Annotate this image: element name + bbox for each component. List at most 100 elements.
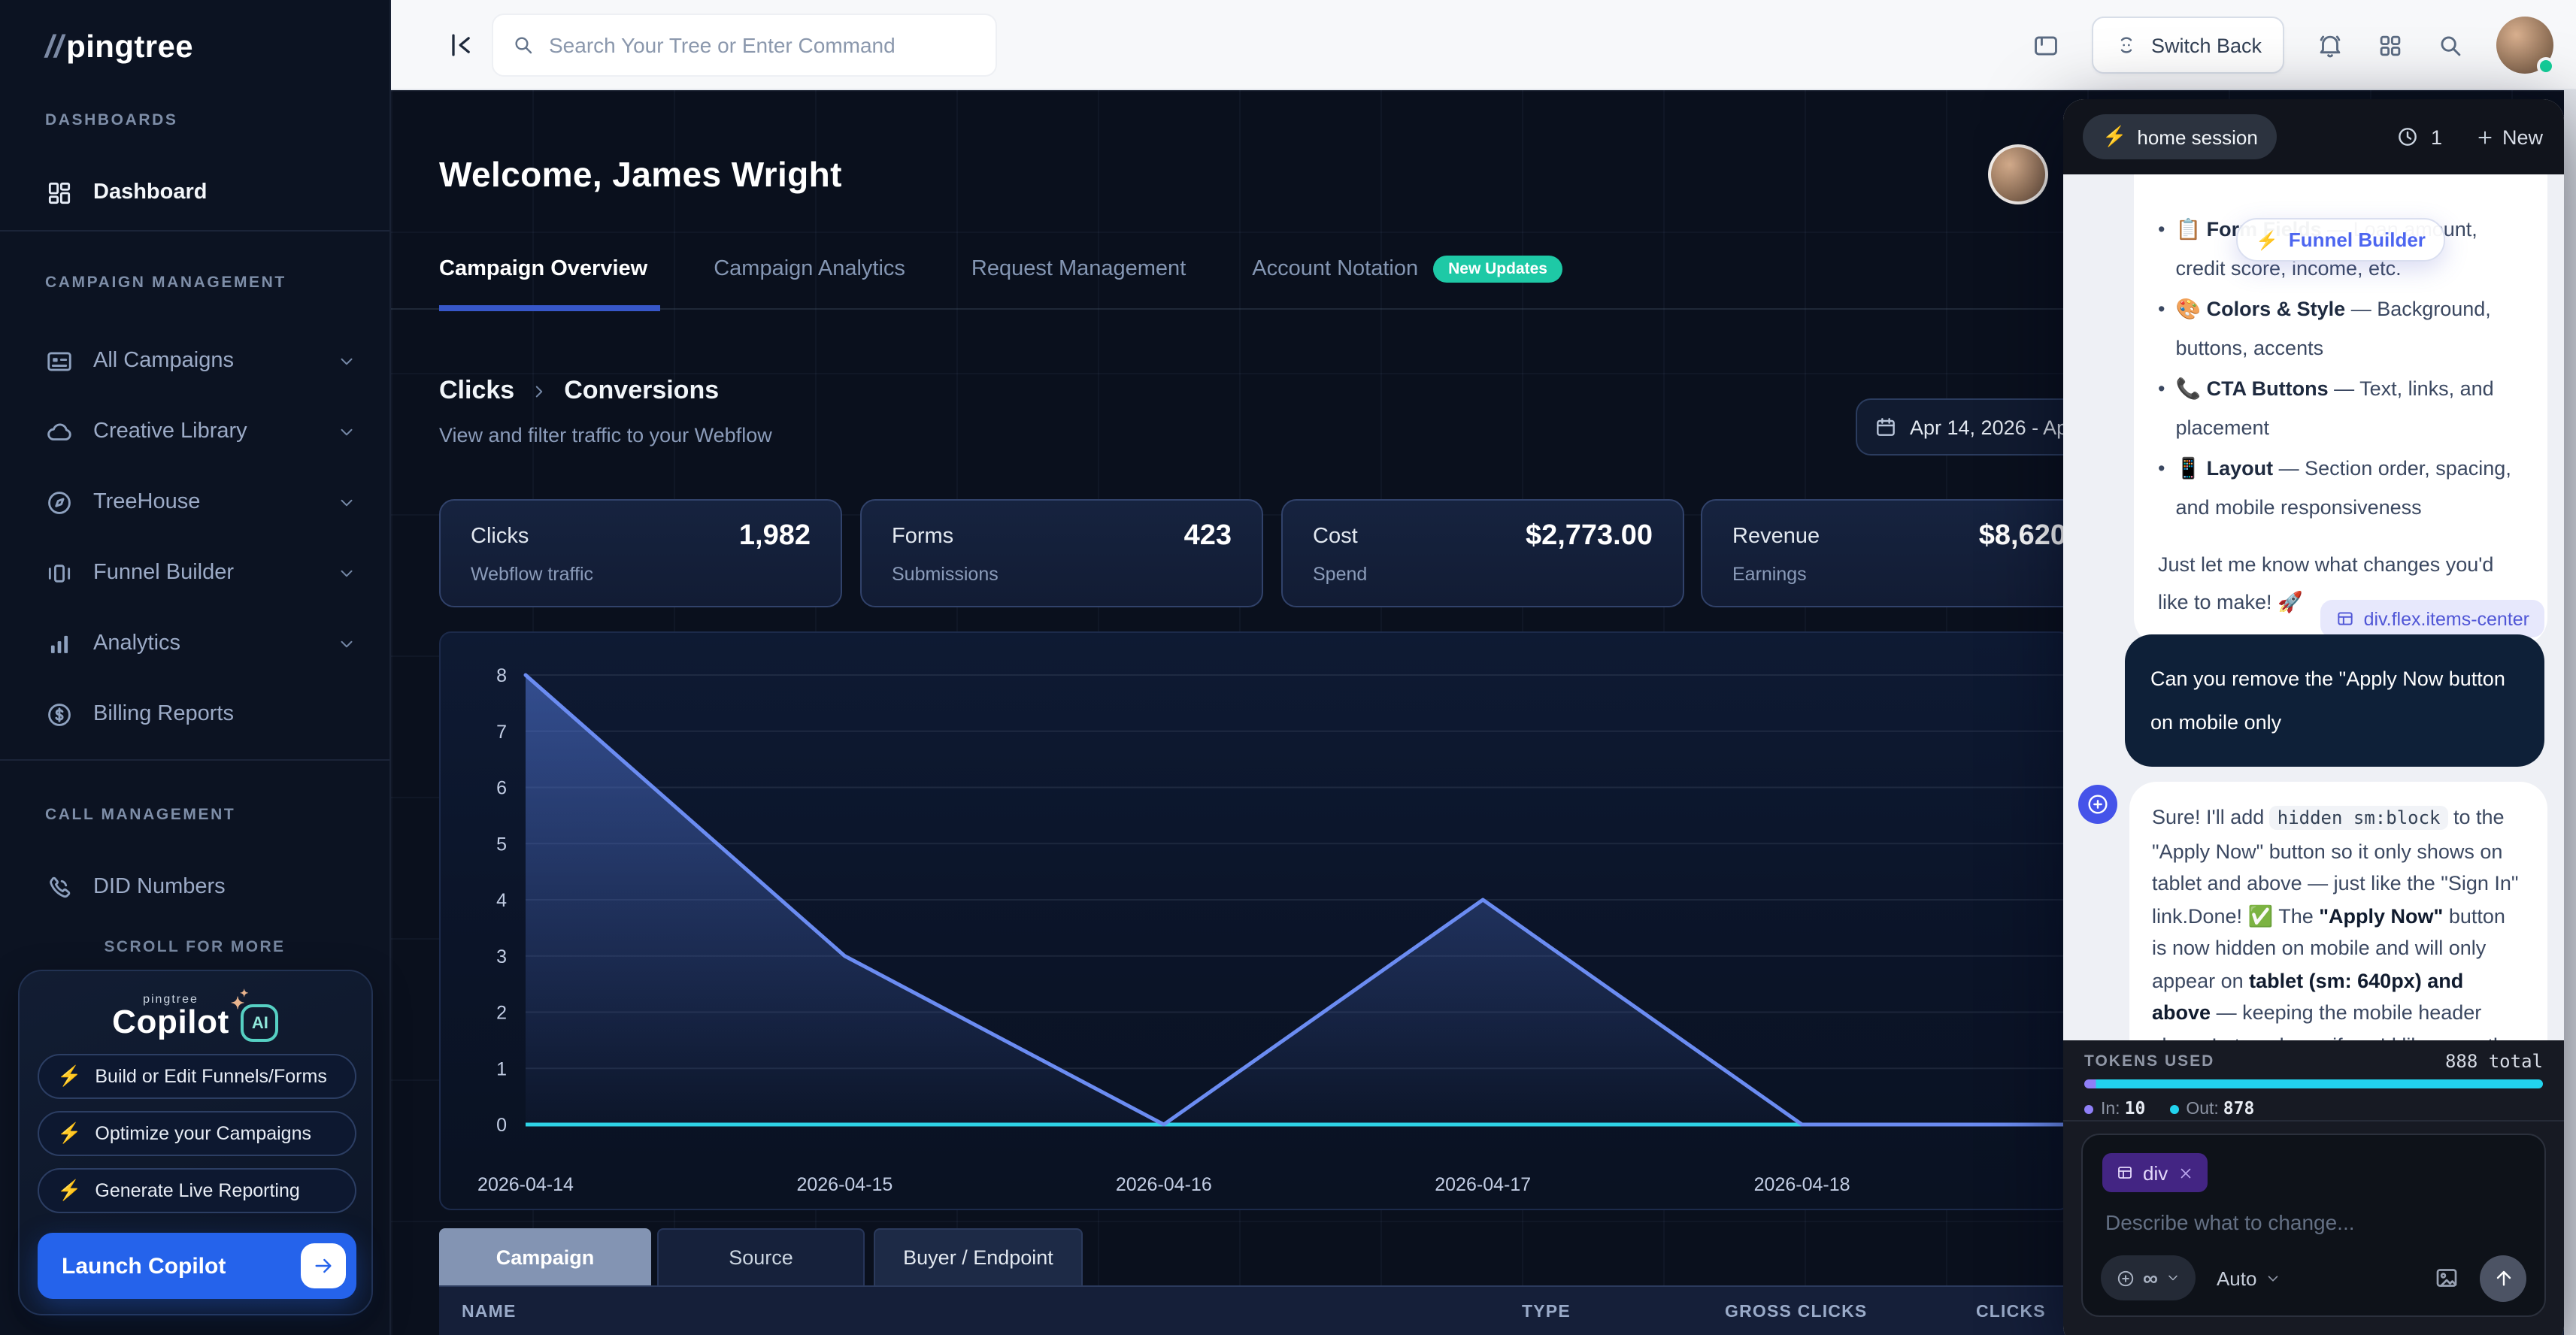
topbar: Switch Back xyxy=(391,0,2576,90)
copilot-chat-panel: ⚡ home session 1 New •📋 Form Fields — Lo… xyxy=(2063,99,2564,1335)
lightning-icon: ⚡ xyxy=(57,1122,81,1146)
copilot-ai-badge: AI ✦ ✦ xyxy=(241,1004,279,1042)
history-count: 1 xyxy=(2431,126,2442,148)
copilot-action-build-funnels[interactable]: ⚡ Build or Edit Funnels/Forms xyxy=(38,1054,356,1099)
search-input[interactable] xyxy=(549,33,977,57)
sidebar-item-billing-reports[interactable]: Billing Reports xyxy=(27,684,371,744)
context-limit-selector[interactable]: ∞ xyxy=(2101,1255,2196,1300)
tokens-used-label: TOKENS USED xyxy=(2084,1052,2214,1070)
page-subtitle: View and filter traffic to your Webflow xyxy=(439,424,772,447)
lightning-icon: ⚡ xyxy=(2256,229,2278,250)
switch-back-button[interactable]: Switch Back xyxy=(2093,17,2284,74)
column-header-clicks: CLICKS xyxy=(1976,1303,2046,1321)
cloud-icon xyxy=(45,417,74,446)
chevron-down-icon xyxy=(337,634,356,653)
svg-text:2026-04-18: 2026-04-18 xyxy=(1754,1174,1850,1195)
circle-plus-icon xyxy=(2086,792,2110,816)
collapse-sidebar-button[interactable] xyxy=(445,29,478,62)
chevron-down-icon xyxy=(337,422,356,441)
tokens-total: 888 total xyxy=(2445,1051,2543,1072)
svg-text:2026-04-15: 2026-04-15 xyxy=(796,1174,893,1195)
arrow-right-icon xyxy=(301,1243,346,1288)
app-root: //pingtree DASHBOARDS Dashboard CAMPAIGN… xyxy=(0,0,2576,1335)
lightning-icon: ⚡ xyxy=(57,1064,81,1088)
sidebar-item-funnel-builder[interactable]: Funnel Builder xyxy=(27,543,371,603)
lightning-icon: ⚡ xyxy=(57,1179,81,1203)
chat-footer: TOKENS USED 888 total In:10 Out:878 div … xyxy=(2063,1040,2564,1335)
tab-campaign-overview[interactable]: Campaign Overview xyxy=(439,257,647,281)
user-message-bubble: Can you remove the "Apply Now button on … xyxy=(2125,634,2544,767)
list-item: •📱 Layout — Section order, spacing, and … xyxy=(2158,450,2526,528)
infinity-icon: ∞ xyxy=(2143,1266,2158,1290)
chat-input[interactable]: Describe what to change... xyxy=(2105,1210,2355,1234)
layout-table-icon xyxy=(2335,609,2355,628)
stat-card-revenue: Revenue $8,620 Earnings xyxy=(1701,499,2122,607)
svg-text:4: 4 xyxy=(496,890,507,911)
notifications-bell-icon[interactable] xyxy=(2316,31,2344,59)
plus-icon xyxy=(2475,127,2495,147)
bottom-tab-buyer-endpoint[interactable]: Buyer / Endpoint xyxy=(874,1228,1083,1285)
svg-text:1: 1 xyxy=(496,1058,507,1079)
lightning-icon: ⚡ xyxy=(2102,125,2126,149)
apps-grid-icon[interactable] xyxy=(2376,31,2405,59)
list-item: •🎨 Colors & Style — Background, buttons,… xyxy=(2158,290,2526,368)
tab-request-management[interactable]: Request Management xyxy=(971,257,1186,281)
phone-icon xyxy=(45,873,74,901)
divider xyxy=(0,759,389,761)
welcome-avatar[interactable] xyxy=(1988,144,2048,204)
send-button[interactable] xyxy=(2480,1255,2526,1301)
chevron-down-icon xyxy=(337,351,356,371)
calendar-icon xyxy=(1874,415,1898,439)
out-dot xyxy=(2169,1105,2178,1114)
close-icon[interactable] xyxy=(2177,1164,2193,1181)
sidebar: //pingtree DASHBOARDS Dashboard CAMPAIGN… xyxy=(0,0,391,1335)
phone-emoji: 📞 xyxy=(2175,377,2201,400)
in-dot xyxy=(2084,1105,2093,1114)
column-header-name: NAME xyxy=(462,1303,517,1321)
chevron-down-icon xyxy=(337,563,356,583)
dollar-circle-icon xyxy=(45,700,74,728)
sidebar-item-dashboard[interactable]: Dashboard xyxy=(27,162,371,222)
stat-value: 1,982 xyxy=(739,520,811,553)
history-clock-icon[interactable] xyxy=(2396,125,2420,149)
sidebar-item-all-campaigns[interactable]: All Campaigns xyxy=(27,331,371,391)
page-scrollbar[interactable] xyxy=(2564,90,2576,1335)
arrow-up-icon xyxy=(2491,1266,2515,1290)
selected-element-chip[interactable]: div.flex.items-center xyxy=(2320,600,2544,637)
copilot-action-optimize-campaigns[interactable]: ⚡ Optimize your Campaigns xyxy=(38,1111,356,1156)
divider xyxy=(2063,1120,2564,1122)
tab-campaign-analytics[interactable]: Campaign Analytics xyxy=(714,257,905,281)
panel-left-icon[interactable] xyxy=(2032,31,2061,59)
copilot-logo: pingtree Copilot xyxy=(112,992,229,1042)
new-session-button[interactable]: New xyxy=(2475,126,2543,148)
search-icon[interactable] xyxy=(2436,31,2465,59)
bottom-tab-campaign[interactable]: Campaign xyxy=(439,1228,651,1285)
clipboard-emoji: 📋 xyxy=(2175,218,2201,241)
bottom-tab-source[interactable]: Source xyxy=(657,1228,865,1285)
compass-icon xyxy=(45,488,74,516)
section-label-call-management: CALL MANAGEMENT xyxy=(45,806,235,824)
session-pill[interactable]: ⚡ home session xyxy=(2083,114,2277,159)
user-avatar[interactable] xyxy=(2496,17,2553,74)
attach-image-button[interactable] xyxy=(2433,1264,2460,1291)
section-label-dashboards: DASHBOARDS xyxy=(45,111,178,129)
launch-copilot-button[interactable]: Launch Copilot xyxy=(38,1233,356,1299)
stat-value: $2,773.00 xyxy=(1526,520,1653,553)
sidebar-item-creative-library[interactable]: Creative Library xyxy=(27,401,371,462)
brand-logo[interactable]: //pingtree xyxy=(45,30,193,66)
mode-selector[interactable]: Auto xyxy=(2217,1267,2281,1289)
breadcrumb: Clicks Conversions xyxy=(439,376,719,406)
sidebar-item-analytics[interactable]: Analytics xyxy=(27,613,371,674)
sidebar-item-treehouse[interactable]: TreeHouse xyxy=(27,472,371,532)
funnel-builder-tooltip-chip[interactable]: ⚡ Funnel Builder xyxy=(2236,218,2445,262)
assistant-avatar xyxy=(2078,785,2117,824)
page-title: Welcome, James Wright xyxy=(439,155,842,195)
copilot-action-live-reporting[interactable]: ⚡ Generate Live Reporting xyxy=(38,1168,356,1213)
target-element-chip[interactable]: div xyxy=(2102,1153,2207,1192)
tab-account-notation[interactable]: Account NotationNew Updates xyxy=(1252,256,1562,283)
breadcrumb-parent[interactable]: Clicks xyxy=(439,376,514,406)
tokens-in: 10 xyxy=(2125,1097,2146,1119)
sidebar-item-did-numbers[interactable]: DID Numbers xyxy=(27,857,371,917)
campaign-card-icon xyxy=(45,347,74,375)
global-search xyxy=(492,14,997,77)
